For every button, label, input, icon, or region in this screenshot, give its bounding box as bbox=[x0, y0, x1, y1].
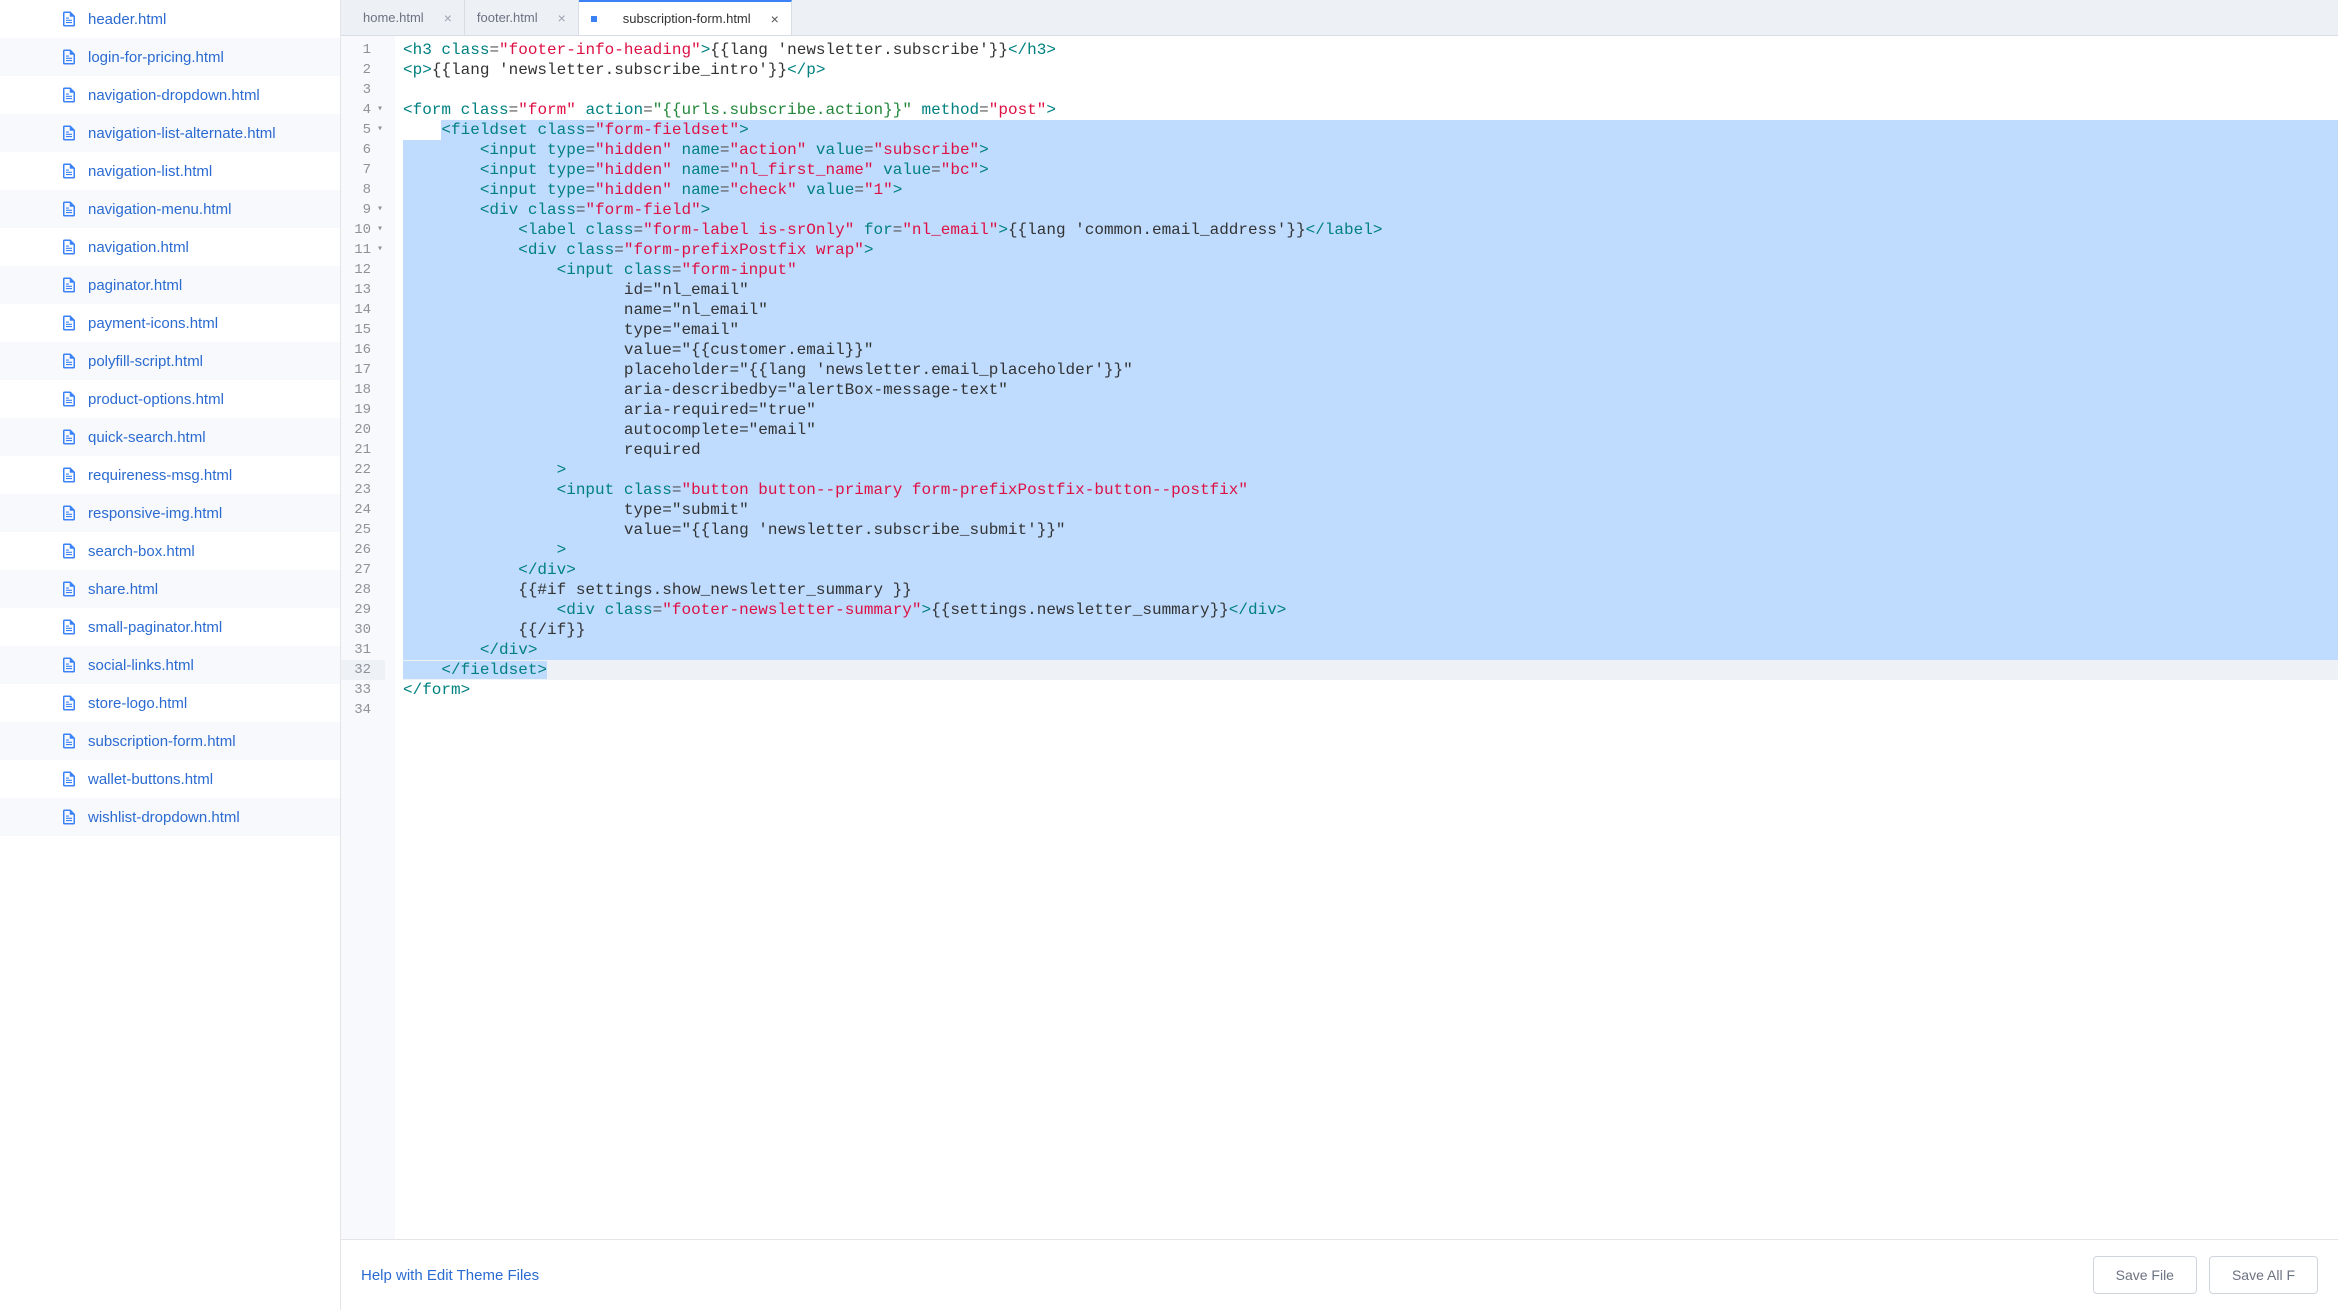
file-item[interactable]: navigation.html bbox=[0, 228, 340, 266]
file-item[interactable]: header.html bbox=[0, 0, 340, 38]
file-icon bbox=[60, 808, 78, 826]
editor-footer: Help with Edit Theme Files Save File Sav… bbox=[341, 1239, 2338, 1310]
file-item[interactable]: responsive-img.html bbox=[0, 494, 340, 532]
editor-tab[interactable]: subscription-form.html × bbox=[579, 0, 792, 35]
save-file-button[interactable]: Save File bbox=[2093, 1256, 2197, 1294]
file-name-label: responsive-img.html bbox=[88, 505, 222, 522]
file-tree-sidebar: header.html login-for-pricing.html navigat… bbox=[0, 0, 340, 1310]
file-icon bbox=[60, 314, 78, 332]
file-name-label: share.html bbox=[88, 581, 158, 598]
file-name-label: login-for-pricing.html bbox=[88, 49, 224, 66]
file-icon bbox=[60, 162, 78, 180]
file-name-label: product-options.html bbox=[88, 391, 224, 408]
file-name-label: navigation-list.html bbox=[88, 163, 212, 180]
file-item[interactable]: requireness-msg.html bbox=[0, 456, 340, 494]
file-item[interactable]: subscription-form.html bbox=[0, 722, 340, 760]
file-item[interactable]: polyfill-script.html bbox=[0, 342, 340, 380]
file-icon bbox=[60, 542, 78, 560]
file-icon bbox=[60, 770, 78, 788]
file-icon bbox=[60, 656, 78, 674]
file-item[interactable]: store-logo.html bbox=[0, 684, 340, 722]
editor-tab[interactable]: home.html × bbox=[351, 0, 465, 35]
file-item[interactable]: navigation-list.html bbox=[0, 152, 340, 190]
file-name-label: social-links.html bbox=[88, 657, 194, 674]
file-item[interactable]: social-links.html bbox=[0, 646, 340, 684]
tab-label: footer.html bbox=[477, 10, 538, 25]
file-name-label: navigation.html bbox=[88, 239, 189, 256]
file-item[interactable]: payment-icons.html bbox=[0, 304, 340, 342]
file-icon bbox=[60, 124, 78, 142]
file-item[interactable]: search-box.html bbox=[0, 532, 340, 570]
code-editor[interactable]: 1234▾5▾6789▾10▾11▾1213141516171819202122… bbox=[341, 36, 2338, 1239]
file-icon bbox=[60, 580, 78, 598]
editor-main: home.html×footer.html×subscription-form.… bbox=[340, 0, 2338, 1310]
file-icon bbox=[60, 694, 78, 712]
file-icon bbox=[60, 428, 78, 446]
code-content[interactable]: <h3 class="footer-info-heading">{{lang '… bbox=[395, 36, 2338, 1239]
file-item[interactable]: wishlist-dropdown.html bbox=[0, 798, 340, 836]
file-icon bbox=[60, 200, 78, 218]
file-name-label: quick-search.html bbox=[88, 429, 206, 446]
file-name-label: wallet-buttons.html bbox=[88, 771, 213, 788]
help-link[interactable]: Help with Edit Theme Files bbox=[361, 1267, 539, 1284]
file-icon bbox=[60, 390, 78, 408]
editor-tab[interactable]: footer.html × bbox=[465, 0, 579, 35]
file-name-label: navigation-menu.html bbox=[88, 201, 231, 218]
file-item[interactable]: share.html bbox=[0, 570, 340, 608]
file-item[interactable]: navigation-menu.html bbox=[0, 190, 340, 228]
save-all-button[interactable]: Save All F bbox=[2209, 1256, 2318, 1294]
file-name-label: requireness-msg.html bbox=[88, 467, 232, 484]
close-icon[interactable]: × bbox=[558, 10, 566, 26]
file-name-label: wishlist-dropdown.html bbox=[88, 809, 240, 826]
file-name-label: subscription-form.html bbox=[88, 733, 236, 750]
line-number-gutter: 1234▾5▾6789▾10▾11▾1213141516171819202122… bbox=[341, 36, 395, 1239]
file-icon bbox=[60, 618, 78, 636]
file-name-label: navigation-list-alternate.html bbox=[88, 125, 276, 142]
close-icon[interactable]: × bbox=[771, 11, 779, 27]
file-icon bbox=[60, 48, 78, 66]
file-item[interactable]: paginator.html bbox=[0, 266, 340, 304]
close-icon[interactable]: × bbox=[444, 10, 452, 26]
file-icon bbox=[60, 10, 78, 28]
file-icon bbox=[60, 238, 78, 256]
file-icon bbox=[60, 352, 78, 370]
file-icon bbox=[60, 86, 78, 104]
file-name-label: navigation-dropdown.html bbox=[88, 87, 260, 104]
file-item[interactable]: wallet-buttons.html bbox=[0, 760, 340, 798]
file-icon bbox=[60, 276, 78, 294]
file-item[interactable]: quick-search.html bbox=[0, 418, 340, 456]
file-icon bbox=[60, 504, 78, 522]
tab-label: subscription-form.html bbox=[623, 11, 751, 26]
file-name-label: small-paginator.html bbox=[88, 619, 222, 636]
file-name-label: paginator.html bbox=[88, 277, 182, 294]
file-name-label: search-box.html bbox=[88, 543, 195, 560]
tab-label: home.html bbox=[363, 10, 424, 25]
active-tab-indicator bbox=[591, 16, 597, 22]
file-item[interactable]: product-options.html bbox=[0, 380, 340, 418]
tab-bar: home.html×footer.html×subscription-form.… bbox=[341, 0, 2338, 36]
file-item[interactable]: small-paginator.html bbox=[0, 608, 340, 646]
file-item[interactable]: login-for-pricing.html bbox=[0, 38, 340, 76]
file-item[interactable]: navigation-dropdown.html bbox=[0, 76, 340, 114]
file-name-label: polyfill-script.html bbox=[88, 353, 203, 370]
file-item[interactable]: navigation-list-alternate.html bbox=[0, 114, 340, 152]
file-icon bbox=[60, 466, 78, 484]
file-icon bbox=[60, 732, 78, 750]
file-name-label: header.html bbox=[88, 11, 166, 28]
file-name-label: payment-icons.html bbox=[88, 315, 218, 332]
file-name-label: store-logo.html bbox=[88, 695, 187, 712]
